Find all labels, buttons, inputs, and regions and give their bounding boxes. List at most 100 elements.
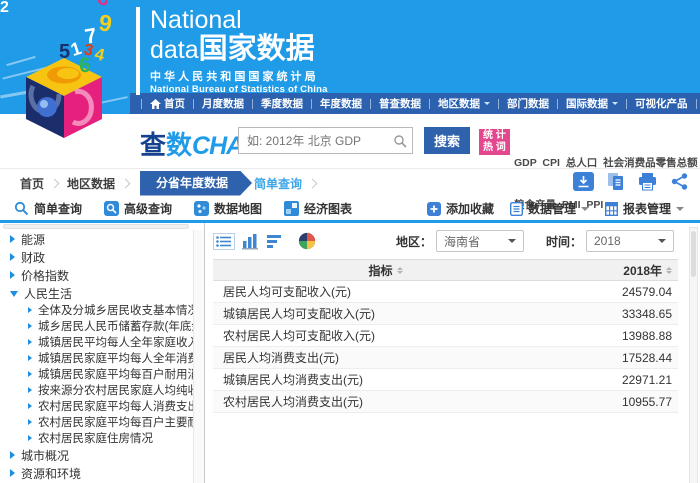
breadcrumb-tab[interactable]: 地区数据	[67, 175, 115, 192]
bar-chart-view-icon[interactable]	[242, 233, 259, 250]
nav-item[interactable]: 地区数据	[425, 96, 494, 111]
time-select[interactable]: 2018	[586, 230, 674, 252]
tool-label: 高级查询	[124, 200, 172, 217]
sidebar-item-label: 全体及分城乡居民收支基本情况(新口径)	[38, 302, 193, 318]
nav-item[interactable]: 国际数据	[553, 96, 622, 111]
indicator-cell: 城镇居民人均可支配收入(元)	[213, 305, 558, 322]
list-view-icon[interactable]	[213, 233, 235, 250]
print-icon[interactable]	[637, 172, 658, 191]
value-cell: 24579.04	[558, 285, 678, 299]
tree-toggle-icon[interactable]	[28, 419, 32, 425]
tree-toggle-icon[interactable]	[28, 323, 32, 329]
tree-toggle-icon[interactable]	[28, 371, 32, 377]
sidebar-tree-item[interactable]: 农村居民家庭平均每百户主要耐用消费品拥有量	[0, 414, 193, 430]
sidebar-vertical-scrollbar[interactable]	[193, 230, 204, 483]
tree-toggle-icon[interactable]	[28, 403, 32, 409]
sidebar-tree-item[interactable]: 城镇居民平均每人全年家庭收入来源	[0, 334, 193, 350]
year-column-header[interactable]: 2018年	[558, 262, 678, 279]
sidebar-item-label: 城市概况	[21, 447, 69, 464]
hbar-chart-view-icon[interactable]	[266, 233, 283, 250]
indicator-column-header[interactable]: 指标	[213, 262, 558, 279]
sidebar-item-label: 按来源分农村居民家庭人均纯收入	[38, 382, 193, 398]
sidebar-tree-item[interactable]: 农村居民家庭住房情况	[0, 430, 193, 446]
tab-data-map[interactable]: 数据地图	[194, 200, 262, 217]
tab-simple-query[interactable]: 简单查询	[14, 200, 82, 217]
sidebar-tree-item[interactable]: 资源和环境	[0, 464, 193, 482]
nav-item[interactable]: 出版物	[692, 96, 700, 111]
sidebar-item-label: 城镇居民家庭平均每百户耐用消费品拥有量	[38, 366, 193, 382]
nav-item[interactable]: 部门数据	[494, 96, 553, 111]
tree-toggle-icon[interactable]	[28, 435, 32, 441]
tree-toggle-icon[interactable]	[28, 307, 32, 313]
tool-label: 数据地图	[214, 200, 262, 217]
download-icon[interactable]	[573, 172, 594, 191]
tree-toggle-icon[interactable]	[10, 271, 15, 279]
breadcrumb-tab-label: 简单查询	[254, 175, 302, 192]
breadcrumb-tab-label: 分省年度数据	[156, 171, 228, 196]
data-map-icon	[194, 201, 209, 216]
tree-toggle-icon[interactable]	[28, 387, 32, 393]
sidebar-item-label: 城镇居民家庭平均每人全年消费性支出	[38, 350, 193, 366]
sidebar-tree-item[interactable]: 农村居民家庭平均每人消费支出	[0, 398, 193, 414]
tab-advanced-query[interactable]: 高级查询	[104, 200, 172, 217]
chevron-down-icon	[581, 207, 589, 215]
search-input[interactable]	[239, 128, 412, 153]
table-vertical-scrollbar[interactable]	[689, 227, 698, 483]
brand-block: National data国家数据 中 华 人 民 共 和 国 国 家 统 计 …	[136, 7, 328, 95]
search-icon[interactable]	[393, 134, 407, 148]
sidebar-tree-item[interactable]: 能源	[0, 230, 193, 248]
sidebar-tree-item[interactable]: 城镇居民家庭平均每百户耐用消费品拥有量	[0, 366, 193, 382]
tree-toggle-icon[interactable]	[10, 291, 18, 297]
copy-icon[interactable]	[605, 172, 626, 191]
pie-chart-view-icon[interactable]	[298, 232, 316, 250]
chevron-down-icon	[658, 239, 666, 247]
tree-toggle-icon[interactable]	[10, 235, 15, 243]
sidebar-item-label: 农村居民家庭平均每人消费支出	[38, 398, 193, 414]
tree-toggle-icon[interactable]	[28, 355, 32, 361]
value-cell: 17528.44	[558, 351, 678, 365]
nav-item[interactable]: 可视化产品	[622, 96, 692, 111]
nav-item[interactable]: 年度数据	[307, 96, 366, 111]
indicator-cell: 居民人均消费支出(元)	[213, 349, 558, 366]
sidebar-tree-item[interactable]: 按来源分农村居民家庭人均纯收入	[0, 382, 193, 398]
sidebar-horizontal-scrollbar[interactable]	[3, 224, 189, 229]
breadcrumb-tab[interactable]: 首页	[20, 175, 44, 192]
breadcrumb-tab[interactable]: 简单查询	[254, 175, 302, 192]
nav-item[interactable]: 季度数据	[248, 96, 307, 111]
sidebar-tree-item[interactable]: 财政	[0, 248, 193, 266]
add-favorite-button[interactable]: 添加收藏	[427, 200, 494, 217]
sidebar-tree-item[interactable]: 城镇居民家庭平均每人全年消费性支出	[0, 350, 193, 366]
value-cell: 13988.88	[558, 329, 678, 343]
tree-toggle-icon[interactable]	[10, 451, 15, 459]
report-manage-button[interactable]: 报表管理	[605, 200, 684, 217]
tree-toggle-icon[interactable]	[10, 253, 15, 261]
nav-item[interactable]: 首页	[137, 96, 189, 111]
share-icon[interactable]	[669, 172, 690, 191]
sidebar-tree-item[interactable]: 人民生活	[0, 284, 193, 302]
sidebar-tree-item[interactable]: 城市概况	[0, 446, 193, 464]
search-box	[238, 127, 413, 154]
search-row: 查数CHASHU 搜索 统 计 热 词 GDP CPI 总人口 社会消费品零售总…	[0, 114, 700, 168]
nav-item[interactable]: 月度数据	[189, 96, 248, 111]
sidebar-tree-item[interactable]: 全体及分城乡居民收支基本情况(新口径)	[0, 302, 193, 318]
value-cell: 22971.21	[558, 373, 678, 387]
sidebar-tree-item[interactable]: 价格指数	[0, 266, 193, 284]
search-button[interactable]: 搜索	[424, 127, 470, 154]
tab-economic-charts[interactable]: 经济图表	[284, 200, 352, 217]
nav-item-label: 部门数据	[507, 96, 549, 111]
cube-digit: 2	[0, 0, 9, 16]
sidebar-tree-item[interactable]: 城乡居民人民币储蓄存款(年底余额)	[0, 318, 193, 334]
nav-item-label: 月度数据	[202, 96, 244, 111]
nav-item-label: 可视化产品	[635, 96, 688, 111]
tree-toggle-icon[interactable]	[10, 469, 15, 477]
region-select[interactable]: 海南省	[436, 230, 524, 252]
tool-label: 简单查询	[34, 200, 82, 217]
economic-chart-icon	[284, 201, 299, 216]
search-outline-icon	[14, 201, 29, 216]
nav-item[interactable]: 普查数据	[366, 96, 425, 111]
data-manage-button[interactable]: 数据管理	[510, 200, 589, 217]
tree-toggle-icon[interactable]	[28, 339, 32, 345]
scrollbar-thumb[interactable]	[691, 231, 696, 277]
breadcrumb-tab[interactable]: 分省年度数据	[140, 171, 252, 196]
chevron-right-icon	[50, 178, 60, 188]
